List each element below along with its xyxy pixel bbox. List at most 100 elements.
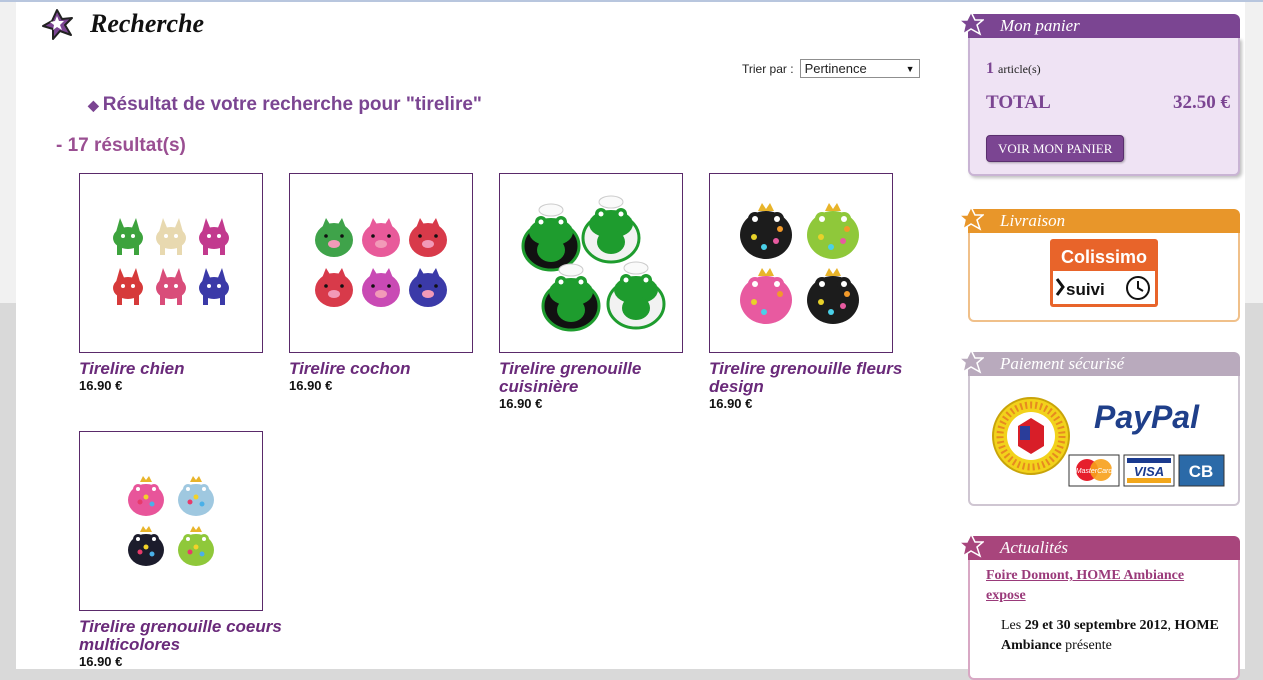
flower-frog-figure <box>807 203 859 259</box>
delivery-title: Livraison <box>1000 211 1066 230</box>
star-logo-icon <box>42 9 73 40</box>
product-price: 16.90 € <box>709 396 753 411</box>
product-price: 16.90 € <box>79 378 123 393</box>
product-price: 16.90 € <box>289 378 333 393</box>
cb-text: CB <box>1189 462 1214 481</box>
product-price: 16.90 € <box>499 396 543 411</box>
star-icon <box>958 206 984 231</box>
product-name-link[interactable]: Tirelire grenouille fleurs design <box>709 360 919 396</box>
view-cart-button[interactable]: VOIR MON PANIER <box>986 135 1125 162</box>
chef-frog-figure <box>581 195 641 264</box>
visa-text: VISA <box>1134 464 1164 479</box>
product-card: Tirelire grenouille coeurs multicolores … <box>79 431 289 670</box>
chef-frog-piggy-bank-image <box>521 195 666 332</box>
news-text-post: présente <box>1061 638 1112 653</box>
colissimo-logo: Colissimo suivi <box>1050 239 1158 307</box>
product-name-link[interactable]: Tirelire grenouille coeurs multicolores <box>79 618 289 654</box>
paypal-logo: PayPal <box>1094 399 1200 435</box>
product-name-link[interactable]: Tirelire chien <box>79 360 289 378</box>
news-header: Actualités <box>958 533 1240 560</box>
pig-figure <box>362 218 400 257</box>
secure-payment-seal <box>992 397 1070 475</box>
flower-frog-piggy-bank-image <box>740 203 859 324</box>
heart-frog-figure <box>178 526 214 566</box>
product-name-link[interactable]: Tirelire grenouille cuisinière <box>499 360 709 396</box>
product-image-link[interactable] <box>289 173 473 353</box>
chef-frog-figure <box>541 263 601 332</box>
sort-control: Trier par : Pertinence ▼ <box>742 59 920 78</box>
payment-box: PayPal MasterCard VISA CB <box>968 376 1240 506</box>
news-box: Foire Domont, HOME Ambiance expose Les 2… <box>968 560 1240 680</box>
flower-frog-figure <box>740 268 792 324</box>
product-name-link[interactable]: Tirelire cochon <box>289 360 499 378</box>
star-icon <box>958 533 984 558</box>
heart-frog-piggy-bank-image <box>128 476 214 566</box>
sort-label: Trier par : <box>742 61 794 76</box>
heart-frog-figure <box>128 476 164 516</box>
cart-count: 1 article(s) <box>986 60 1041 78</box>
product-image-link[interactable] <box>499 173 683 353</box>
cart-total-value: 32.50 € <box>1173 92 1230 113</box>
chevron-down-icon: ▼ <box>905 63 915 74</box>
dog-figure <box>156 268 186 305</box>
dog-figure <box>199 268 229 305</box>
star-icon <box>958 11 984 36</box>
delivery-header: Livraison <box>958 206 1240 233</box>
delivery-box: Colissimo suivi <box>968 233 1240 322</box>
flower-frog-figure <box>740 203 792 259</box>
results-count: - 17 résultat(s) <box>56 135 186 156</box>
pig-figure <box>315 268 353 307</box>
heart-frog-figure <box>178 476 214 516</box>
cart-title: Mon panier <box>1000 16 1080 35</box>
product-card: Tirelire grenouille cuisinière 16.90 € <box>499 173 709 412</box>
page-header: Recherche <box>40 8 204 40</box>
cart-box: 1 article(s) TOTAL 32.50 € VOIR MON PANI… <box>968 38 1240 176</box>
news-article-link[interactable]: Foire Domont, HOME Ambiance expose <box>986 566 1216 606</box>
pig-piggy-bank-image <box>315 218 447 307</box>
dog-piggy-bank-image <box>113 218 229 305</box>
pig-figure <box>362 268 400 307</box>
cart-count-number: 1 <box>986 60 994 77</box>
chef-frog-figure <box>606 261 666 330</box>
mastercard-text: MasterCard <box>1076 468 1114 475</box>
dog-figure <box>113 268 143 305</box>
payment-title: Paiement sécurisé <box>1000 354 1125 373</box>
paypal-logo-text: PayPal <box>1094 399 1200 435</box>
cart-count-label: article(s) <box>998 62 1041 76</box>
sort-select[interactable]: Pertinence ▼ <box>799 59 920 78</box>
payment-header: Paiement sécurisé <box>958 349 1240 376</box>
diamond-bullet-icon: ◆ <box>88 97 99 113</box>
suivi-logo-text: suivi <box>1066 280 1105 299</box>
heart-frog-figure <box>128 526 164 566</box>
results-heading-text: Résultat de votre recherche pour "tireli… <box>102 94 482 115</box>
cart-total-label: TOTAL <box>986 92 1051 113</box>
product-image-link[interactable] <box>79 431 263 611</box>
chef-frog-figure <box>521 203 581 272</box>
news-excerpt: Les 29 et 30 septembre 2012, HOME Ambian… <box>1001 616 1221 656</box>
dog-figure <box>113 218 143 255</box>
news-text-pre: Les <box>1001 618 1025 633</box>
cart-total: TOTAL 32.50 € <box>986 92 1230 114</box>
dog-figure <box>156 218 186 255</box>
news-text-mid: , <box>1167 618 1175 633</box>
product-image-link[interactable] <box>79 173 263 353</box>
news-dates: 29 et 30 septembre 2012 <box>1024 618 1168 633</box>
product-image-link[interactable] <box>709 173 893 353</box>
results-heading: ◆ Résultat de votre recherche pour "tirel… <box>88 94 482 116</box>
page-content: Recherche Trier par : Pertinence ▼ ◆ Résu… <box>16 2 1245 680</box>
dog-figure <box>199 218 229 255</box>
sort-selected-value: Pertinence <box>804 61 867 76</box>
flower-frog-figure <box>807 268 859 324</box>
pig-figure <box>409 268 447 307</box>
cart-header: Mon panier <box>958 11 1240 38</box>
pig-figure <box>315 218 353 257</box>
star-icon <box>958 349 984 374</box>
card-logos: MasterCard VISA CB <box>1068 454 1225 487</box>
product-price: 16.90 € <box>79 654 123 669</box>
product-card: Tirelire cochon 16.90 € <box>289 173 499 394</box>
colissimo-logo-text: Colissimo <box>1061 247 1147 267</box>
pig-figure <box>409 218 447 257</box>
product-card: Tirelire chien 16.90 € <box>79 173 289 394</box>
product-card: Tirelire grenouille fleurs design 16.90 … <box>709 173 919 412</box>
page-title: Recherche <box>90 9 205 38</box>
